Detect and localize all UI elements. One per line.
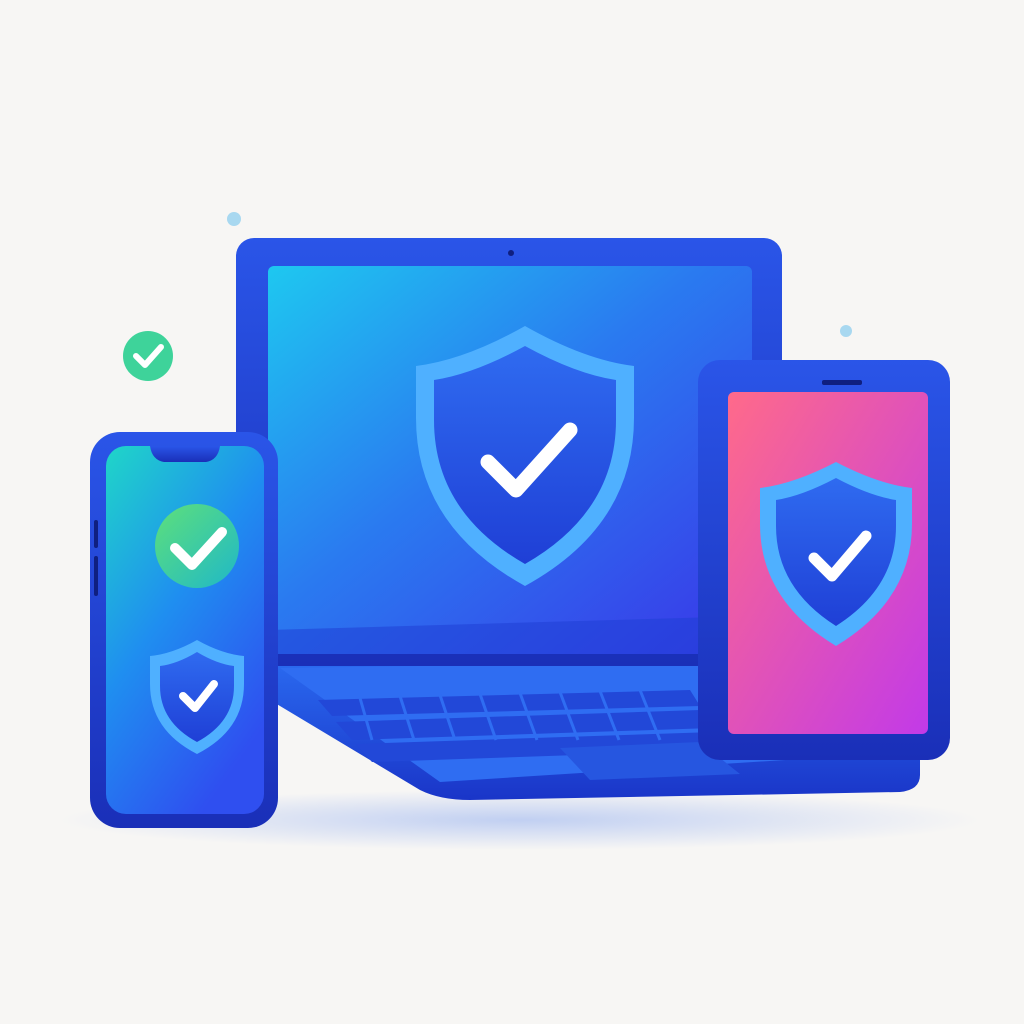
floating-check-circle-icon [123, 331, 173, 381]
laptop-camera [508, 250, 514, 256]
phone [90, 432, 278, 828]
check-circle-icon [155, 504, 239, 588]
device-security-illustration [0, 0, 1024, 1024]
phone-side-button [94, 520, 98, 548]
illustration-canvas [60, 212, 980, 850]
decor-dot [840, 325, 852, 337]
decor-dot [227, 212, 241, 226]
tablet-speaker [822, 380, 862, 385]
phone-notch [150, 446, 220, 462]
phone-screen [106, 446, 264, 814]
phone-side-button [94, 556, 98, 596]
tablet [698, 360, 950, 760]
